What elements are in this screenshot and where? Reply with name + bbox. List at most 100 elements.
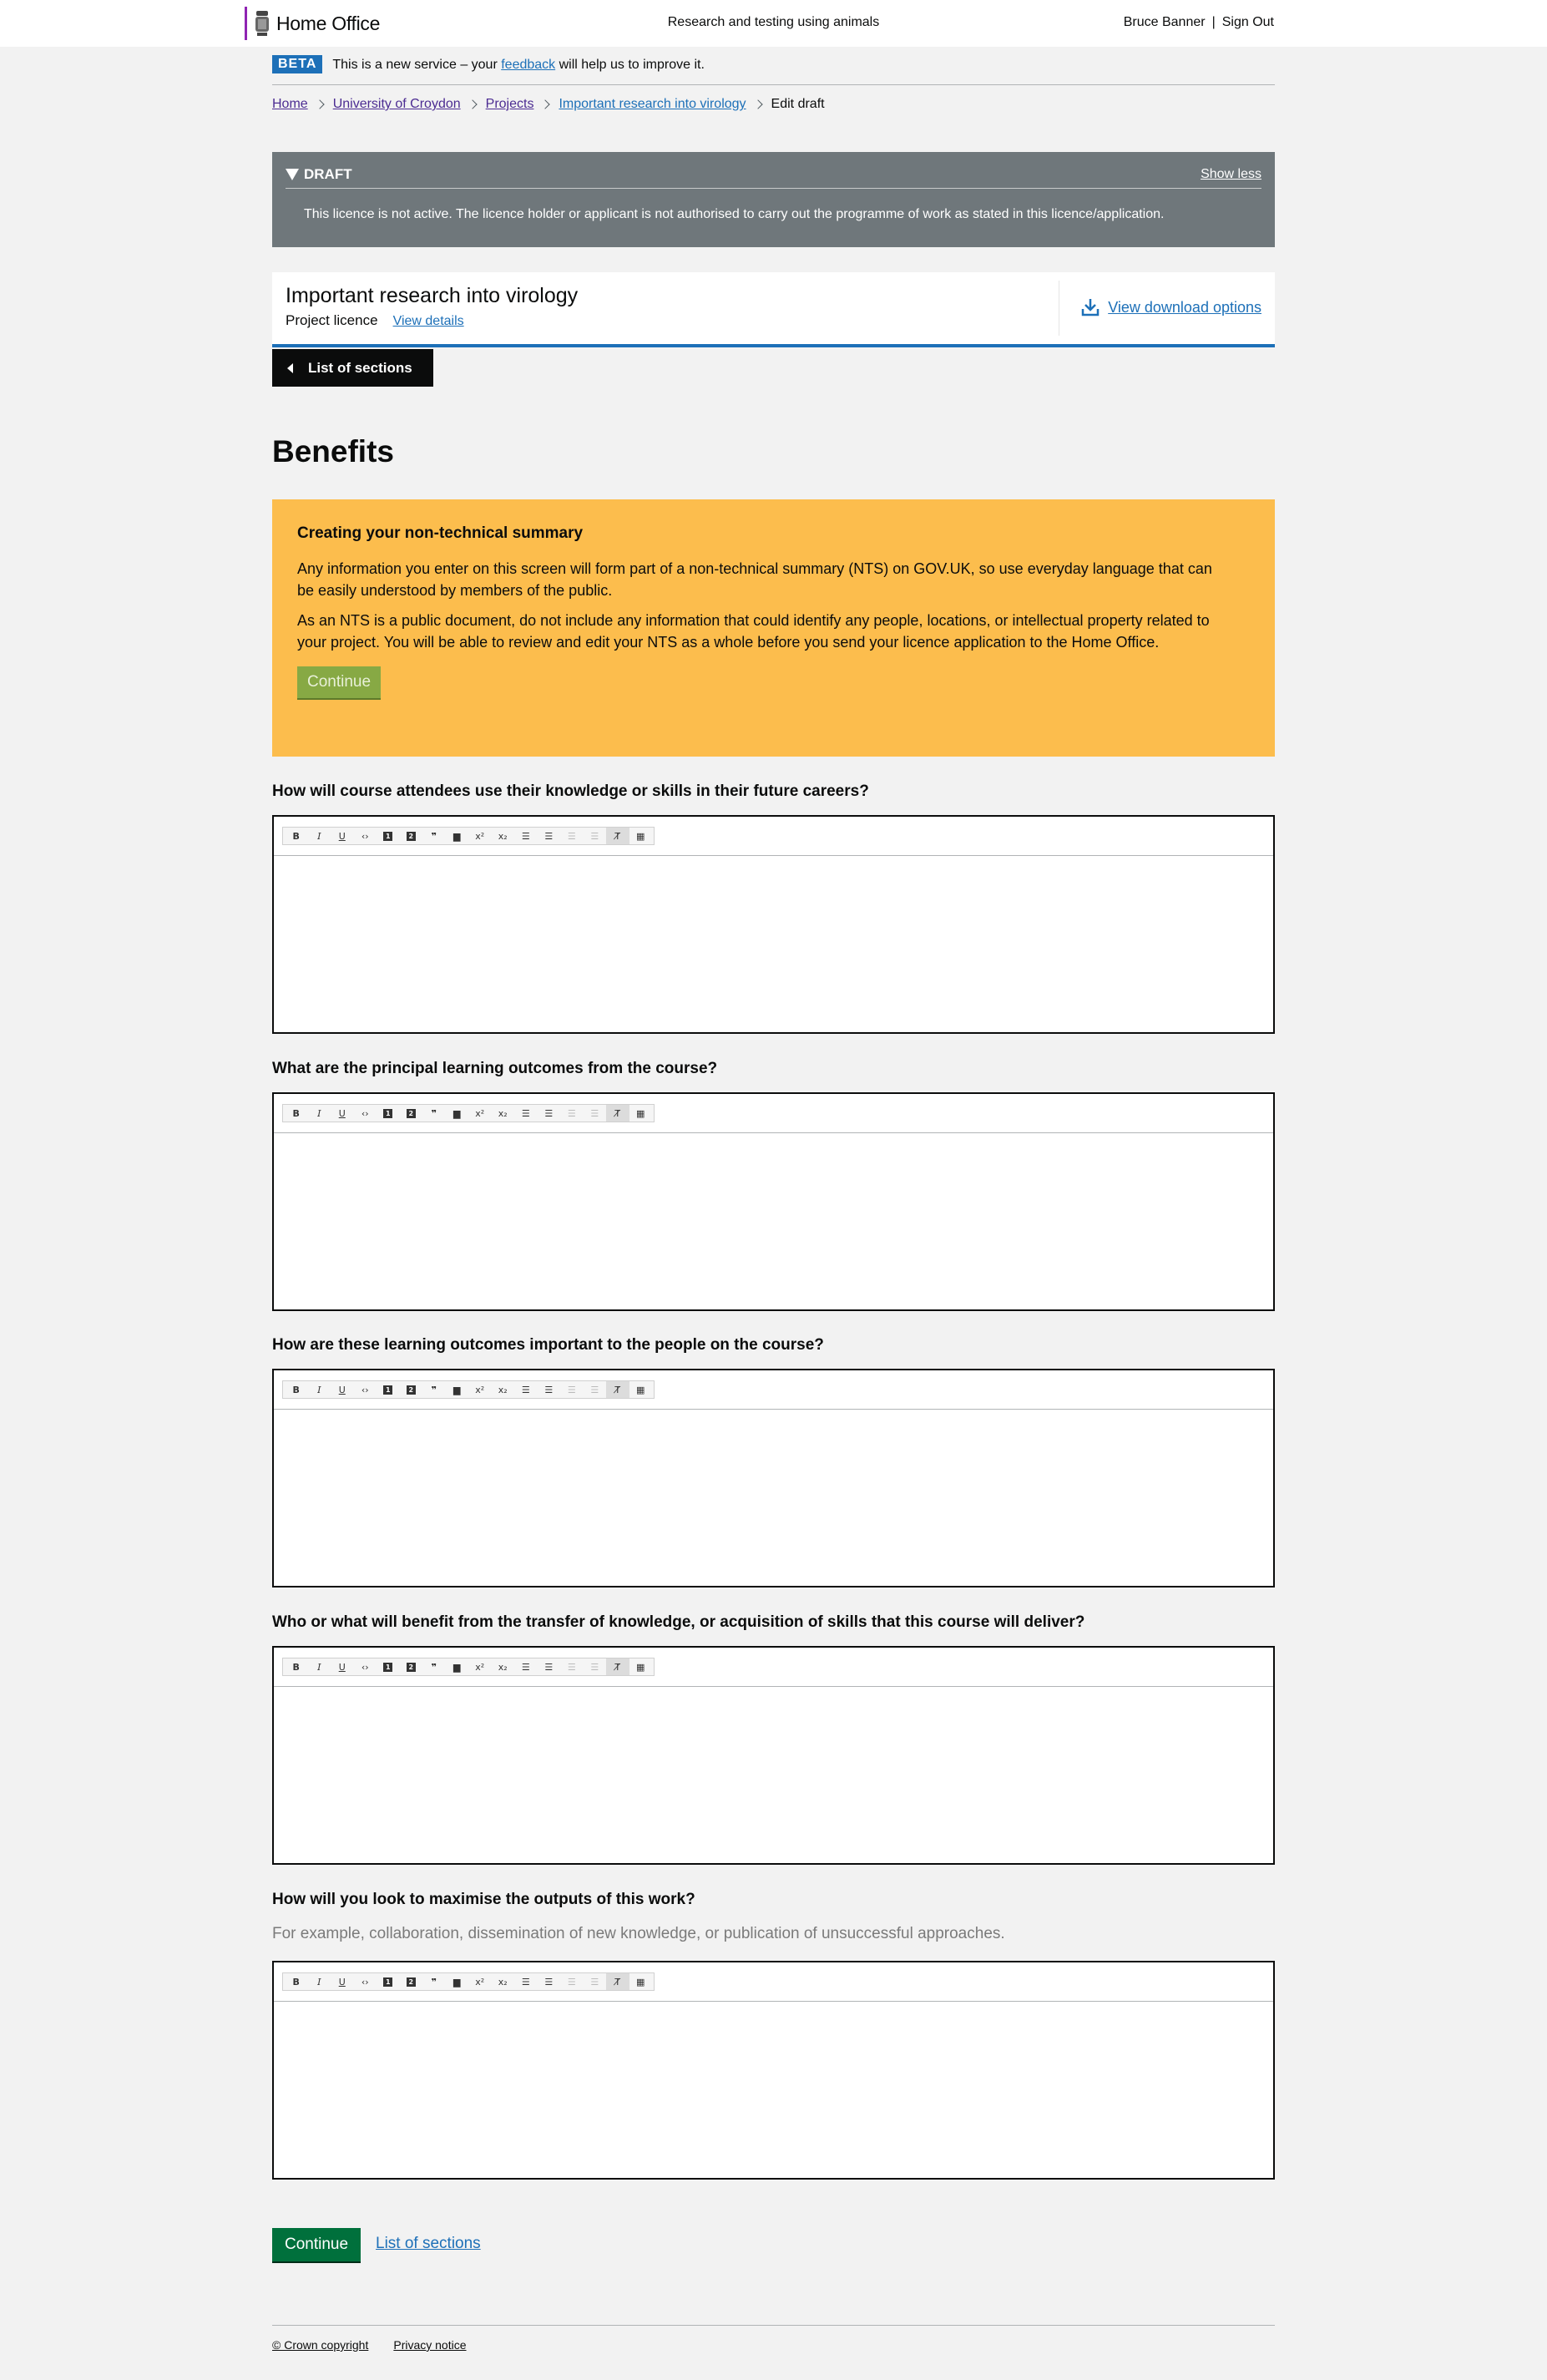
- breadcrumb-home[interactable]: Home: [272, 97, 308, 112]
- download-options[interactable]: View download options: [1081, 297, 1261, 317]
- subscript-icon[interactable]: x₂: [492, 1381, 515, 1398]
- bold-icon[interactable]: B: [285, 1658, 308, 1675]
- feedback-link[interactable]: feedback: [501, 58, 555, 72]
- superscript-icon[interactable]: x²: [468, 1973, 492, 1990]
- bold-icon[interactable]: B: [285, 1105, 308, 1122]
- image-icon[interactable]: ▆: [446, 1973, 469, 1990]
- list-of-sections-link[interactable]: List of sections: [376, 2235, 481, 2253]
- breadcrumb-projects[interactable]: Projects: [486, 97, 534, 112]
- bulleted-list-icon[interactable]: ☰: [538, 1381, 561, 1398]
- clear-format-icon[interactable]: T̸: [606, 1381, 629, 1398]
- clear-format-icon[interactable]: T̸: [606, 828, 629, 844]
- rich-text-editor-beneficiaries[interactable]: B I U ‹› 1 2 ❞ ▆ x² x₂ ☰ ☰ ☰ ☰ T̸ ▦: [272, 1646, 1275, 1865]
- image-icon[interactable]: ▆: [446, 1105, 469, 1122]
- italic-icon[interactable]: I: [308, 1973, 331, 1990]
- continue-button[interactable]: Continue: [272, 2228, 361, 2263]
- clear-format-icon[interactable]: T̸: [606, 1973, 629, 1990]
- table-icon[interactable]: ▦: [629, 1973, 653, 1990]
- underline-icon[interactable]: U: [331, 828, 354, 844]
- table-icon[interactable]: ▦: [629, 1658, 653, 1675]
- list-of-sections-button[interactable]: List of sections: [272, 349, 433, 387]
- bulleted-list-icon[interactable]: ☰: [538, 1105, 561, 1122]
- subscript-icon[interactable]: x₂: [492, 828, 515, 844]
- table-icon[interactable]: ▦: [629, 1381, 653, 1398]
- bold-icon[interactable]: B: [285, 1973, 308, 1990]
- breadcrumb-project[interactable]: Important research into virology: [559, 97, 746, 112]
- numbered-list-icon[interactable]: ☰: [514, 1973, 538, 1990]
- indent-icon[interactable]: ☰: [560, 1381, 584, 1398]
- outdent-icon[interactable]: ☰: [584, 1658, 607, 1675]
- code-icon[interactable]: ‹›: [354, 1658, 377, 1675]
- numbered-list-icon[interactable]: ☰: [514, 1105, 538, 1122]
- table-icon[interactable]: ▦: [629, 1105, 653, 1122]
- image-icon[interactable]: ▆: [446, 828, 469, 844]
- quote-icon[interactable]: ❞: [422, 1105, 446, 1122]
- nts-continue-button[interactable]: Continue: [297, 666, 382, 700]
- indent-icon[interactable]: ☰: [560, 1973, 584, 1990]
- quote-icon[interactable]: ❞: [422, 1973, 446, 1990]
- underline-icon[interactable]: U: [331, 1658, 354, 1675]
- show-less-link[interactable]: Show less: [1201, 167, 1261, 182]
- bold-icon[interactable]: B: [285, 828, 308, 844]
- rich-text-editor-maximise-outputs[interactable]: B I U ‹› 1 2 ❞ ▆ x² x₂ ☰ ☰ ☰ ☰ T̸ ▦: [272, 1961, 1275, 2180]
- crown-copyright-link[interactable]: © Crown copyright: [272, 2338, 368, 2352]
- service-name[interactable]: Research and testing using animals: [0, 15, 1547, 30]
- superscript-icon[interactable]: x²: [468, 1105, 492, 1122]
- underline-icon[interactable]: U: [331, 1105, 354, 1122]
- draft-header[interactable]: DRAFT Show less: [286, 160, 1261, 189]
- indent-icon[interactable]: ☰: [560, 828, 584, 844]
- view-details-link[interactable]: View details: [393, 314, 464, 329]
- code-icon[interactable]: ‹›: [354, 1973, 377, 1990]
- code-icon[interactable]: ‹›: [354, 828, 377, 844]
- italic-icon[interactable]: I: [308, 1658, 331, 1675]
- rich-text-editor-careers[interactable]: B I U ‹› 1 2 ❞ ▆ x² x₂ ☰ ☰ ☰ ☰ T̸ ▦: [272, 815, 1275, 1034]
- heading-two-icon[interactable]: 2: [400, 1105, 423, 1122]
- heading-one-icon[interactable]: 1: [377, 1381, 400, 1398]
- numbered-list-icon[interactable]: ☰: [514, 1658, 538, 1675]
- image-icon[interactable]: ▆: [446, 1381, 469, 1398]
- superscript-icon[interactable]: x²: [468, 1381, 492, 1398]
- underline-icon[interactable]: U: [331, 1973, 354, 1990]
- heading-two-icon[interactable]: 2: [400, 1658, 423, 1675]
- bold-icon[interactable]: B: [285, 1381, 308, 1398]
- heading-two-icon[interactable]: 2: [400, 1381, 423, 1398]
- heading-one-icon[interactable]: 1: [377, 1973, 400, 1990]
- subscript-icon[interactable]: x₂: [492, 1658, 515, 1675]
- indent-icon[interactable]: ☰: [560, 1105, 584, 1122]
- quote-icon[interactable]: ❞: [422, 1658, 446, 1675]
- italic-icon[interactable]: I: [308, 1105, 331, 1122]
- subscript-icon[interactable]: x₂: [492, 1105, 515, 1122]
- image-icon[interactable]: ▆: [446, 1658, 469, 1675]
- underline-icon[interactable]: U: [331, 1381, 354, 1398]
- heading-two-icon[interactable]: 2: [400, 828, 423, 844]
- code-icon[interactable]: ‹›: [354, 1381, 377, 1398]
- heading-two-icon[interactable]: 2: [400, 1973, 423, 1990]
- superscript-icon[interactable]: x²: [468, 1658, 492, 1675]
- outdent-icon[interactable]: ☰: [584, 1381, 607, 1398]
- indent-icon[interactable]: ☰: [560, 1658, 584, 1675]
- view-download-options-link[interactable]: View download options: [1108, 299, 1261, 316]
- outdent-icon[interactable]: ☰: [584, 1973, 607, 1990]
- clear-format-icon[interactable]: T̸: [606, 1105, 629, 1122]
- italic-icon[interactable]: I: [308, 828, 331, 844]
- subscript-icon[interactable]: x₂: [492, 1973, 515, 1990]
- quote-icon[interactable]: ❞: [422, 828, 446, 844]
- superscript-icon[interactable]: x²: [468, 828, 492, 844]
- italic-icon[interactable]: I: [308, 1381, 331, 1398]
- heading-one-icon[interactable]: 1: [377, 828, 400, 844]
- bulleted-list-icon[interactable]: ☰: [538, 828, 561, 844]
- outdent-icon[interactable]: ☰: [584, 1105, 607, 1122]
- outdent-icon[interactable]: ☰: [584, 828, 607, 844]
- breadcrumb-establishment[interactable]: University of Croydon: [333, 97, 461, 112]
- rich-text-editor-learning-outcomes[interactable]: B I U ‹› 1 2 ❞ ▆ x² x₂ ☰ ☰ ☰ ☰ T̸ ▦: [272, 1092, 1275, 1311]
- heading-one-icon[interactable]: 1: [377, 1658, 400, 1675]
- table-icon[interactable]: ▦: [629, 828, 653, 844]
- privacy-notice-link[interactable]: Privacy notice: [393, 2338, 466, 2352]
- quote-icon[interactable]: ❞: [422, 1381, 446, 1398]
- rich-text-editor-importance[interactable]: B I U ‹› 1 2 ❞ ▆ x² x₂ ☰ ☰ ☰ ☰ T̸ ▦: [272, 1369, 1275, 1588]
- bulleted-list-icon[interactable]: ☰: [538, 1658, 561, 1675]
- user-name[interactable]: Bruce Banner: [1124, 15, 1206, 30]
- clear-format-icon[interactable]: T̸: [606, 1658, 629, 1675]
- numbered-list-icon[interactable]: ☰: [514, 828, 538, 844]
- numbered-list-icon[interactable]: ☰: [514, 1381, 538, 1398]
